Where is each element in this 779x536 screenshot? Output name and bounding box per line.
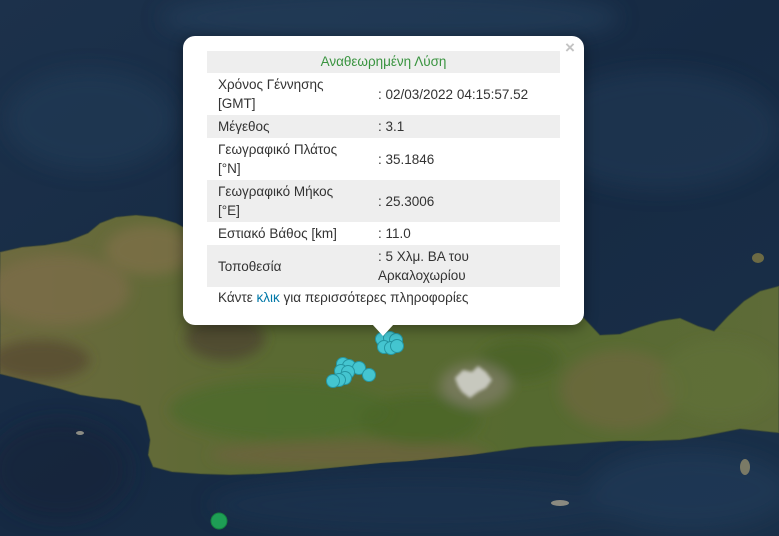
- info-value: : 11.0: [378, 226, 411, 241]
- more-info-link[interactable]: κλικ: [257, 290, 280, 305]
- event-popup: × Αναθεωρημένη Λύση Χρόνος Γέννησης [GMT…: [183, 36, 584, 336]
- small-island: [76, 431, 84, 435]
- close-icon: ×: [565, 38, 575, 57]
- popup-tip: [372, 324, 394, 336]
- terrain-patch: [105, 225, 195, 275]
- info-value: : 3.1: [378, 119, 405, 134]
- info-row-origin-time: Χρόνος Γέννησης [GMT] : 02/03/2022 04:15…: [207, 73, 560, 115]
- info-label: Εστιακό Βάθος [km]: [218, 226, 337, 241]
- more-info-suffix: για περισσότερες πληροφορίες: [283, 290, 469, 305]
- info-label: Χρόνος Γέννησης [GMT]: [218, 77, 324, 111]
- info-row-longitude: Γεωγραφικό Μήκος [°E] : 25.3006: [207, 180, 560, 222]
- small-island: [740, 459, 750, 475]
- info-value: : 02/03/2022 04:15:57.52: [378, 86, 529, 102]
- info-row-depth: Εστιακό Βάθος [km] : 11.0: [207, 222, 560, 245]
- earthquake-marker[interactable]: [390, 339, 404, 353]
- small-island: [551, 500, 569, 506]
- earthquake-marker-green[interactable]: [210, 512, 228, 530]
- sea-shade: [210, 477, 630, 533]
- info-row-magnitude: Μέγεθος : 3.1: [207, 115, 560, 138]
- info-label: Γεωγραφικό Πλάτος [°N]: [218, 142, 338, 176]
- terrain-patch: [170, 380, 390, 440]
- earthquake-marker[interactable]: [362, 368, 376, 382]
- info-row-location: Τοποθεσία : 5 Χλμ. ΒΑ του Αρκαλοχωρίου: [207, 245, 560, 287]
- info-value: : 25.3006: [378, 193, 435, 209]
- info-value: : 35.1846: [378, 151, 435, 167]
- map-view[interactable]: × Αναθεωρημένη Λύση Χρόνος Γέννησης [GMT…: [0, 0, 779, 536]
- info-row-latitude: Γεωγραφικό Πλάτος [°N] : 35.1846: [207, 138, 560, 180]
- info-value: : 5 Χλμ. ΒΑ του Αρκαλοχωρίου: [378, 249, 469, 283]
- earthquake-marker[interactable]: [326, 374, 340, 388]
- popup-close-button[interactable]: ×: [562, 39, 578, 57]
- info-label: Τοποθεσία: [218, 258, 282, 274]
- more-info-prefix: Κάντε: [218, 290, 253, 305]
- small-island: [752, 253, 764, 263]
- info-label: Μέγεθος: [218, 119, 270, 134]
- terrain-patch: [660, 340, 779, 420]
- popup-title: Αναθεωρημένη Λύση: [207, 51, 560, 73]
- info-label: Γεωγραφικό Μήκος [°E]: [218, 184, 334, 218]
- sea-shade: [5, 70, 175, 170]
- popup-content: Αναθεωρημένη Λύση Χρόνος Γέννησης [GMT] …: [207, 51, 560, 308]
- more-info-text: Κάντε κλικ για περισσότερες πληροφορίες: [207, 287, 560, 308]
